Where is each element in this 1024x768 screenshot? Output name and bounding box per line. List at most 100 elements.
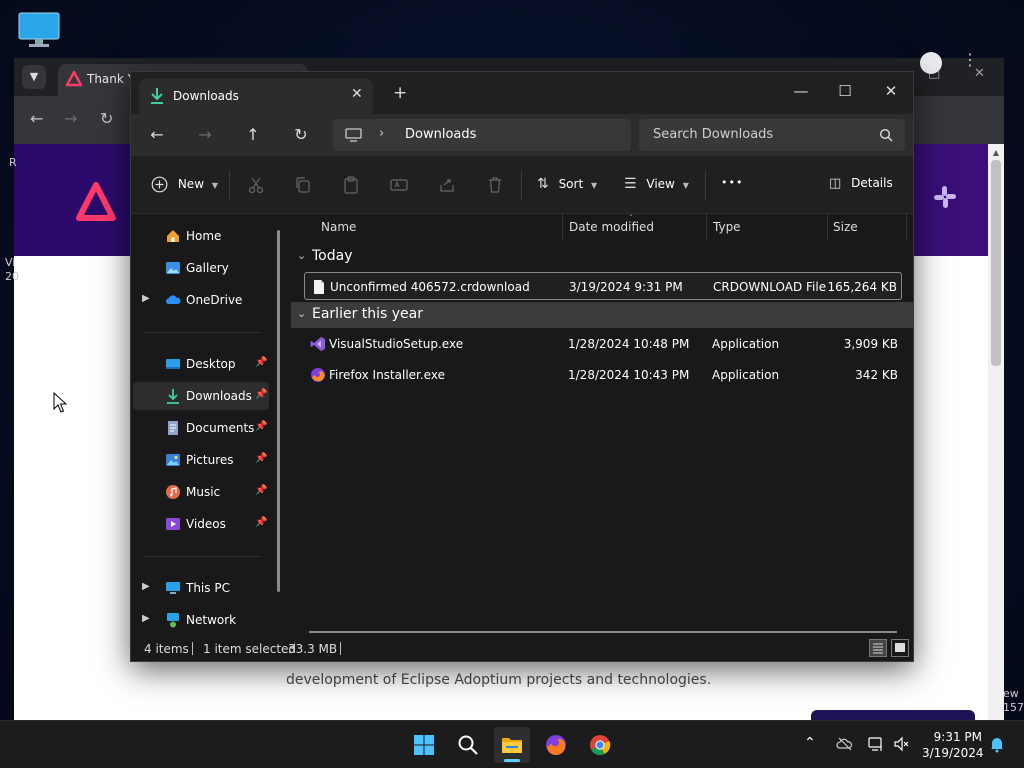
chrome-taskbar-button[interactable] — [582, 727, 618, 763]
pin-icon[interactable]: 📌 — [255, 389, 267, 401]
status-divider — [340, 642, 341, 655]
chevron-down-icon[interactable]: ⌄ — [297, 249, 306, 262]
nav-item-network[interactable]: ▶ Network — [133, 606, 269, 634]
nav-item-videos[interactable]: Videos 📌 — [133, 510, 269, 538]
browser-scrollbar[interactable]: ▲ — [988, 144, 1004, 720]
column-header-name[interactable]: Name — [321, 220, 356, 234]
pin-icon[interactable]: 📌 — [255, 357, 267, 369]
file-row[interactable]: Firefox Installer.exe 1/28/2024 10:43 PM… — [304, 361, 902, 389]
tab-search-dropdown[interactable]: ▼ — [22, 65, 46, 89]
new-button[interactable]: New ▼ — [151, 176, 218, 193]
explorer-tab-downloads[interactable]: Downloads ✕ — [139, 78, 373, 114]
network-status-icon[interactable] — [868, 735, 886, 753]
column-divider[interactable] — [906, 214, 907, 240]
search-input[interactable]: Search Downloads — [639, 119, 905, 151]
nav-item-onedrive[interactable]: ▶ OneDrive — [133, 286, 269, 314]
group-header-today[interactable]: ⌄ Today — [291, 244, 913, 270]
search-icon[interactable] — [879, 128, 893, 142]
selection-count: 1 item selected — [203, 642, 297, 656]
nav-item-label: Videos — [186, 517, 226, 531]
chevron-right-icon[interactable]: › — [379, 126, 384, 141]
browser-scroll-thumb[interactable] — [991, 160, 1001, 366]
notification-bell-icon[interactable] — [988, 735, 1006, 753]
chevron-right-icon[interactable]: ▶ — [142, 581, 150, 592]
browser-reload-icon[interactable]: ↻ — [100, 109, 113, 128]
file-row[interactable]: Unconfirmed 406572.crdownload 3/19/2024 … — [304, 272, 902, 300]
sort-button[interactable]: ⇅ Sort ▼ — [537, 176, 597, 192]
pin-icon[interactable]: 📌 — [255, 485, 267, 497]
nav-item-gallery[interactable]: Gallery — [133, 254, 269, 282]
nav-item-desktop[interactable]: Desktop 📌 — [133, 350, 269, 378]
tiles-view-button[interactable] — [891, 639, 909, 657]
browser-profile-avatar[interactable] — [920, 52, 942, 74]
browser-forward-icon[interactable]: → — [64, 109, 77, 128]
file-row[interactable]: VisualStudioSetup.exe 1/28/2024 10:48 PM… — [304, 330, 902, 358]
taskbar-clock-time[interactable]: 9:31 PM — [932, 730, 982, 744]
details-pane-icon: ◫ — [829, 176, 842, 191]
nav-item-downloads[interactable]: Downloads 📌 — [133, 382, 269, 410]
share-icon[interactable] — [438, 176, 456, 194]
copy-icon[interactable] — [294, 176, 312, 194]
details-pane-button[interactable]: ◫ Details — [829, 176, 893, 191]
pin-icon[interactable]: 📌 — [255, 453, 267, 465]
new-tab-button[interactable]: + — [393, 83, 407, 103]
maximize-icon[interactable]: ☐ — [835, 82, 855, 100]
see-more-button[interactable]: ••• — [721, 176, 743, 189]
minimize-icon[interactable]: — — [791, 82, 811, 100]
explorer-title-bar[interactable]: Downloads ✕ + — ☐ ✕ — [131, 72, 913, 114]
rename-icon[interactable] — [390, 176, 408, 194]
file-explorer-taskbar-button[interactable] — [494, 727, 530, 763]
delete-icon[interactable] — [486, 176, 504, 194]
file-size: 165,264 KB — [827, 280, 897, 294]
volume-muted-icon[interactable] — [893, 735, 911, 753]
slack-icon[interactable] — [932, 184, 958, 210]
adoptium-logo-icon[interactable] — [76, 182, 116, 222]
back-arrow-icon[interactable]: ← — [147, 125, 167, 144]
column-divider[interactable] — [562, 214, 563, 240]
close-window-icon[interactable]: ✕ — [881, 82, 901, 100]
start-button[interactable] — [406, 727, 442, 763]
up-arrow-icon[interactable]: ↑ — [243, 125, 263, 144]
taskbar-clock-date[interactable]: 3/19/2024 — [922, 746, 984, 760]
nav-item-documents[interactable]: Documents 📌 — [133, 414, 269, 442]
column-divider[interactable] — [706, 214, 707, 240]
firefox-taskbar-button[interactable] — [538, 727, 574, 763]
horizontal-scrollbar[interactable] — [309, 631, 897, 633]
chevron-down-icon[interactable]: ⌄ — [297, 307, 306, 320]
nav-item-pictures[interactable]: Pictures 📌 — [133, 446, 269, 474]
onedrive-offline-icon[interactable] — [836, 735, 854, 753]
forward-arrow-icon[interactable]: → — [195, 125, 215, 144]
address-breadcrumb[interactable]: › Downloads — [333, 119, 631, 151]
adoptium-favicon-icon — [66, 71, 82, 87]
cut-icon[interactable] — [247, 176, 265, 194]
paste-icon[interactable] — [342, 176, 360, 194]
nav-item-this-pc[interactable]: ▶ This PC — [133, 574, 269, 602]
page-button[interactable] — [811, 710, 975, 720]
pin-icon[interactable]: 📌 — [255, 517, 267, 529]
nav-item-music[interactable]: Music 📌 — [133, 478, 269, 506]
search-button[interactable] — [450, 727, 486, 763]
show-hidden-icons-chevron-icon[interactable]: ⌃ — [804, 735, 822, 753]
browser-back-icon[interactable]: ← — [30, 109, 43, 128]
desktop-monitor-icon[interactable] — [18, 12, 60, 48]
nav-item-home[interactable]: Home — [133, 222, 269, 250]
file-date: 1/28/2024 10:43 PM — [568, 368, 690, 382]
nav-pane-scrollbar[interactable] — [277, 230, 280, 592]
explorer-address-bar: ← → ↑ ↻ › Downloads Search Downloads — [131, 114, 913, 156]
breadcrumb-downloads[interactable]: Downloads — [405, 127, 476, 142]
refresh-icon[interactable]: ↻ — [291, 125, 311, 144]
chevron-right-icon[interactable]: ▶ — [142, 293, 150, 304]
browser-menu-icon[interactable]: ⋮ — [962, 50, 978, 69]
scroll-up-arrow-icon[interactable]: ▲ — [988, 148, 1004, 157]
pin-icon[interactable]: 📌 — [255, 421, 267, 433]
column-header-size[interactable]: Size — [833, 220, 858, 234]
close-tab-icon[interactable]: ✕ — [351, 86, 363, 102]
column-divider[interactable] — [827, 214, 828, 240]
view-button[interactable]: ☰ View ▼ — [624, 176, 689, 192]
file-explorer-window[interactable]: Downloads ✕ + — ☐ ✕ ← → ↑ ↻ › Downloads … — [130, 71, 914, 662]
details-view-button[interactable] — [869, 639, 887, 657]
column-header-date[interactable]: Date modified — [569, 220, 654, 234]
chevron-right-icon[interactable]: ▶ — [142, 613, 150, 624]
group-header-earlier[interactable]: ⌄ Earlier this year — [291, 302, 913, 328]
column-header-type[interactable]: Type — [713, 220, 741, 234]
